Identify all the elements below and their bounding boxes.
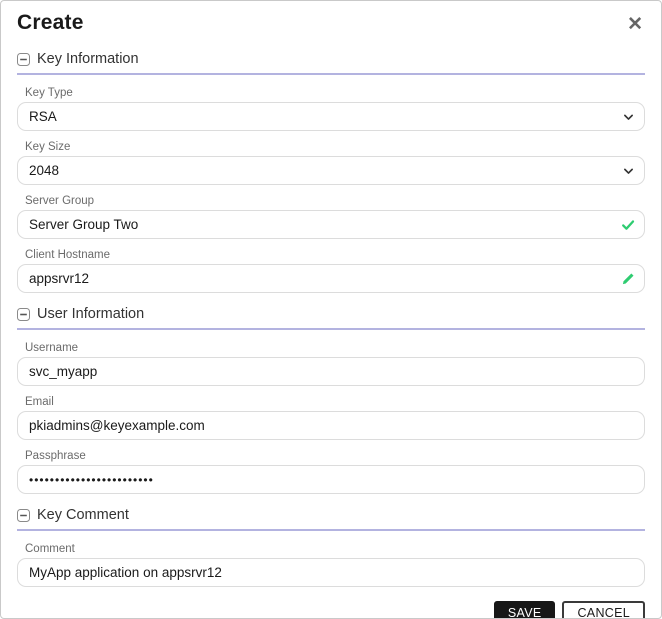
email-label: Email: [25, 396, 54, 408]
comment-label: Comment: [25, 543, 75, 555]
passphrase-label: Passphrase: [25, 450, 86, 462]
email-field-wrap: [17, 411, 645, 440]
server-group-field-wrap: [17, 210, 645, 239]
section-title: Key Information: [37, 51, 139, 67]
minus-square-icon[interactable]: [17, 307, 30, 321]
key-information-fields: Key Type RSA Key Size 2048 Server Group: [1, 87, 661, 293]
comment-input[interactable]: [17, 558, 645, 587]
passphrase-field-wrap: [17, 465, 645, 494]
client-hostname-field-wrap: [17, 264, 645, 293]
minus-square-icon[interactable]: [17, 508, 30, 522]
user-information-fields: Username Email Passphrase: [1, 342, 661, 494]
dialog-title: Create: [17, 11, 84, 34]
minus-square-icon[interactable]: [17, 52, 30, 66]
passphrase-input[interactable]: [17, 465, 645, 494]
section-header-key-comment[interactable]: Key Comment: [17, 507, 645, 531]
close-icon[interactable]: ✕: [625, 11, 645, 38]
username-field-wrap: [17, 357, 645, 386]
username-label: Username: [25, 342, 79, 354]
key-type-select[interactable]: RSA: [17, 102, 645, 131]
server-group-label: Server Group: [25, 195, 95, 207]
key-size-field-wrap: 2048: [17, 156, 645, 185]
section-header-key-information[interactable]: Key Information: [17, 51, 645, 75]
email-input[interactable]: [17, 411, 645, 440]
section-title: Key Comment: [37, 507, 129, 523]
cancel-button[interactable]: CANCEL: [562, 601, 645, 618]
server-group-input[interactable]: [17, 210, 645, 239]
comment-field-wrap: [17, 558, 645, 587]
section-header-user-information[interactable]: User Information: [17, 306, 645, 330]
username-input[interactable]: [17, 357, 645, 386]
client-hostname-input[interactable]: [17, 264, 645, 293]
key-type-field-wrap: RSA: [17, 102, 645, 131]
section-title: User Information: [37, 306, 145, 322]
dialog-footer: SAVE CANCEL: [1, 587, 661, 618]
save-button[interactable]: SAVE: [493, 601, 556, 618]
client-hostname-label: Client Hostname: [25, 249, 111, 261]
dialog-header: Create ✕: [1, 1, 661, 38]
key-comment-fields: Comment: [1, 543, 661, 587]
key-size-label: Key Size: [25, 141, 71, 153]
key-type-label: Key Type: [25, 87, 73, 99]
key-size-select[interactable]: 2048: [17, 156, 645, 185]
create-dialog: Create ✕ Key Information Key Type RSA Ke…: [0, 0, 662, 619]
